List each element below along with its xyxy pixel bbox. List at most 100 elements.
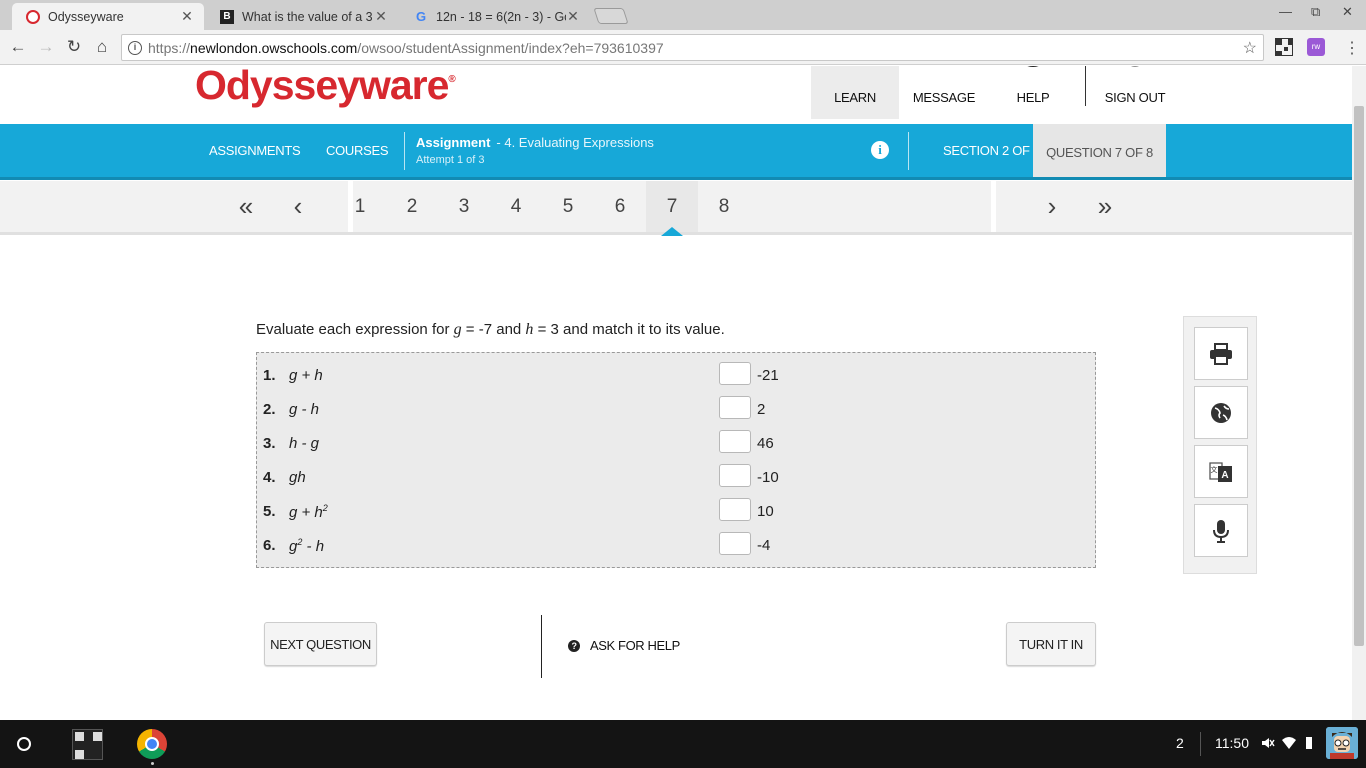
expression-text: h - g [289,435,320,452]
tab-google[interactable]: G 12n - 18 = 6(2n - 3) - Goo ✕ [400,3,590,30]
question-number-5[interactable]: 5 [542,181,594,232]
reload-icon[interactable]: ↻ [63,36,85,58]
question-number-2[interactable]: 2 [386,181,438,232]
answer-value[interactable]: 46 [757,435,774,452]
wifi-icon[interactable] [1282,736,1296,750]
browser-toolbar: ← → ↻ ⌂ i https://newlondon.owschools.co… [0,30,1366,65]
turn-it-in-button[interactable]: TURN IT IN [1006,622,1096,666]
next-question-button[interactable]: NEXT QUESTION [264,622,377,666]
last-question-icon[interactable]: » [1090,181,1120,232]
tab-brainly[interactable]: B What is the value of a 3 ✕ [206,3,398,30]
new-tab-button[interactable] [593,8,629,24]
previous-question-icon[interactable]: ‹ [283,181,313,232]
answer-value[interactable]: -10 [757,469,779,486]
google-icon: G [415,9,427,24]
avatar[interactable] [1326,727,1358,759]
question-number-8[interactable]: 8 [698,181,750,232]
question-indicator: QUESTION 7 OF 8 [1033,124,1166,180]
url-scheme: https:// [148,39,191,56]
answer-value[interactable]: 10 [757,503,774,520]
assignments-link[interactable]: ASSIGNMENTS [209,124,301,177]
expression-text: g - h [289,401,320,418]
question-number-4[interactable]: 4 [490,181,542,232]
answer-drop-box[interactable] [719,532,751,555]
odysseyware-icon [26,9,40,24]
home-icon[interactable]: ⌂ [91,36,113,58]
launcher-icon[interactable] [17,737,31,751]
expression: g + h [289,367,323,384]
answer-value[interactable]: -4 [757,537,770,554]
back-arrow-icon[interactable]: ← [7,36,29,58]
nav-help[interactable]: ? HELP [990,66,1076,119]
question-number-7[interactable]: 7 [646,181,698,232]
nav-learn[interactable]: LEARN [811,66,899,119]
item-number: 6. [263,537,276,554]
print-button[interactable] [1194,327,1248,380]
clock[interactable]: 11:50 [1215,735,1249,751]
tab-odysseyware[interactable]: Odysseyware ✕ [12,3,204,30]
close-window-icon[interactable]: ✕ [1342,4,1353,20]
answer-value[interactable]: -21 [757,367,779,384]
item-number: 2. [263,401,276,418]
courses-link[interactable]: COURSES [326,124,389,177]
chrome-icon[interactable] [137,729,167,759]
battery-icon[interactable] [1305,736,1313,750]
tool-panel: A 文 [1183,316,1257,574]
item-number: 4. [263,469,276,486]
match-row: 3. h - g 46 [257,425,1095,459]
nav-sign-out[interactable]: SIGN OUT [1090,66,1180,119]
info-icon[interactable]: i [871,141,889,159]
user-avatar-icon [1326,727,1358,759]
item-number: 3. [263,435,276,452]
next-question-icon[interactable]: › [1037,181,1067,232]
nav-message[interactable]: MESSAGE [900,66,988,119]
maximize-icon[interactable]: ⧉ [1311,4,1320,20]
question-number-3[interactable]: 3 [438,181,490,232]
first-question-icon[interactable]: « [231,181,261,232]
expression: gh [289,469,306,486]
ask-for-help-link[interactable]: ? ASK FOR HELP [568,638,680,653]
answer-drop-box[interactable] [719,498,751,521]
notification-count[interactable]: 2 [1176,735,1184,751]
answer-drop-box[interactable] [719,362,751,385]
qr-app-icon[interactable] [72,729,103,760]
volume-muted-icon[interactable] [1261,736,1275,750]
expression: g2 - h [289,537,324,555]
match-row: 1. g + h -21 [257,357,1095,391]
bookmark-star-icon[interactable]: ☆ [1243,38,1257,58]
expression: g - h [289,401,319,418]
prompt-text: = -7 and [461,321,526,338]
menu-icon[interactable]: ⋮ [1344,38,1360,58]
close-icon[interactable]: ✕ [566,8,580,25]
site-info-icon[interactable]: i [128,40,142,55]
close-icon[interactable]: ✕ [180,8,194,25]
svg-text:文: 文 [1211,465,1218,474]
answer-drop-box[interactable] [719,396,751,419]
print-icon [1210,342,1232,365]
microphone-button[interactable] [1194,504,1248,557]
odysseyware-logo[interactable]: Odysseyware® [195,66,456,109]
answer-value[interactable]: 2 [757,401,765,418]
qr-extension-icon[interactable] [1275,38,1293,56]
answer-drop-box[interactable] [719,464,751,487]
variable-g: g [453,321,462,338]
extension-icon[interactable]: rw [1307,38,1325,56]
footer-divider [541,615,542,678]
language-button[interactable] [1194,386,1248,439]
question-number-6[interactable]: 6 [594,181,646,232]
assignment-label: Assignment [416,135,491,150]
question-number-1[interactable]: 1 [334,181,386,232]
expression-text: g + h [289,504,323,521]
forward-arrow-icon[interactable]: → [35,36,57,58]
assignment-bar: ASSIGNMENTS COURSES Assignment - 4. Evalu… [0,124,1352,180]
minimize-icon[interactable]: — [1279,4,1292,19]
globe-icon [1211,402,1231,423]
address-bar[interactable]: i https://newlondon.owschools.com/owsoo/… [121,34,1264,61]
answer-drop-box[interactable] [719,430,751,453]
expression-text: g + h [289,367,323,384]
scrollbar-thumb[interactable] [1354,106,1364,646]
ask-for-help-label: ASK FOR HELP [590,638,680,653]
page-scrollbar[interactable] [1352,66,1366,720]
close-icon[interactable]: ✕ [374,8,388,25]
translate-button[interactable]: A 文 [1194,445,1248,498]
